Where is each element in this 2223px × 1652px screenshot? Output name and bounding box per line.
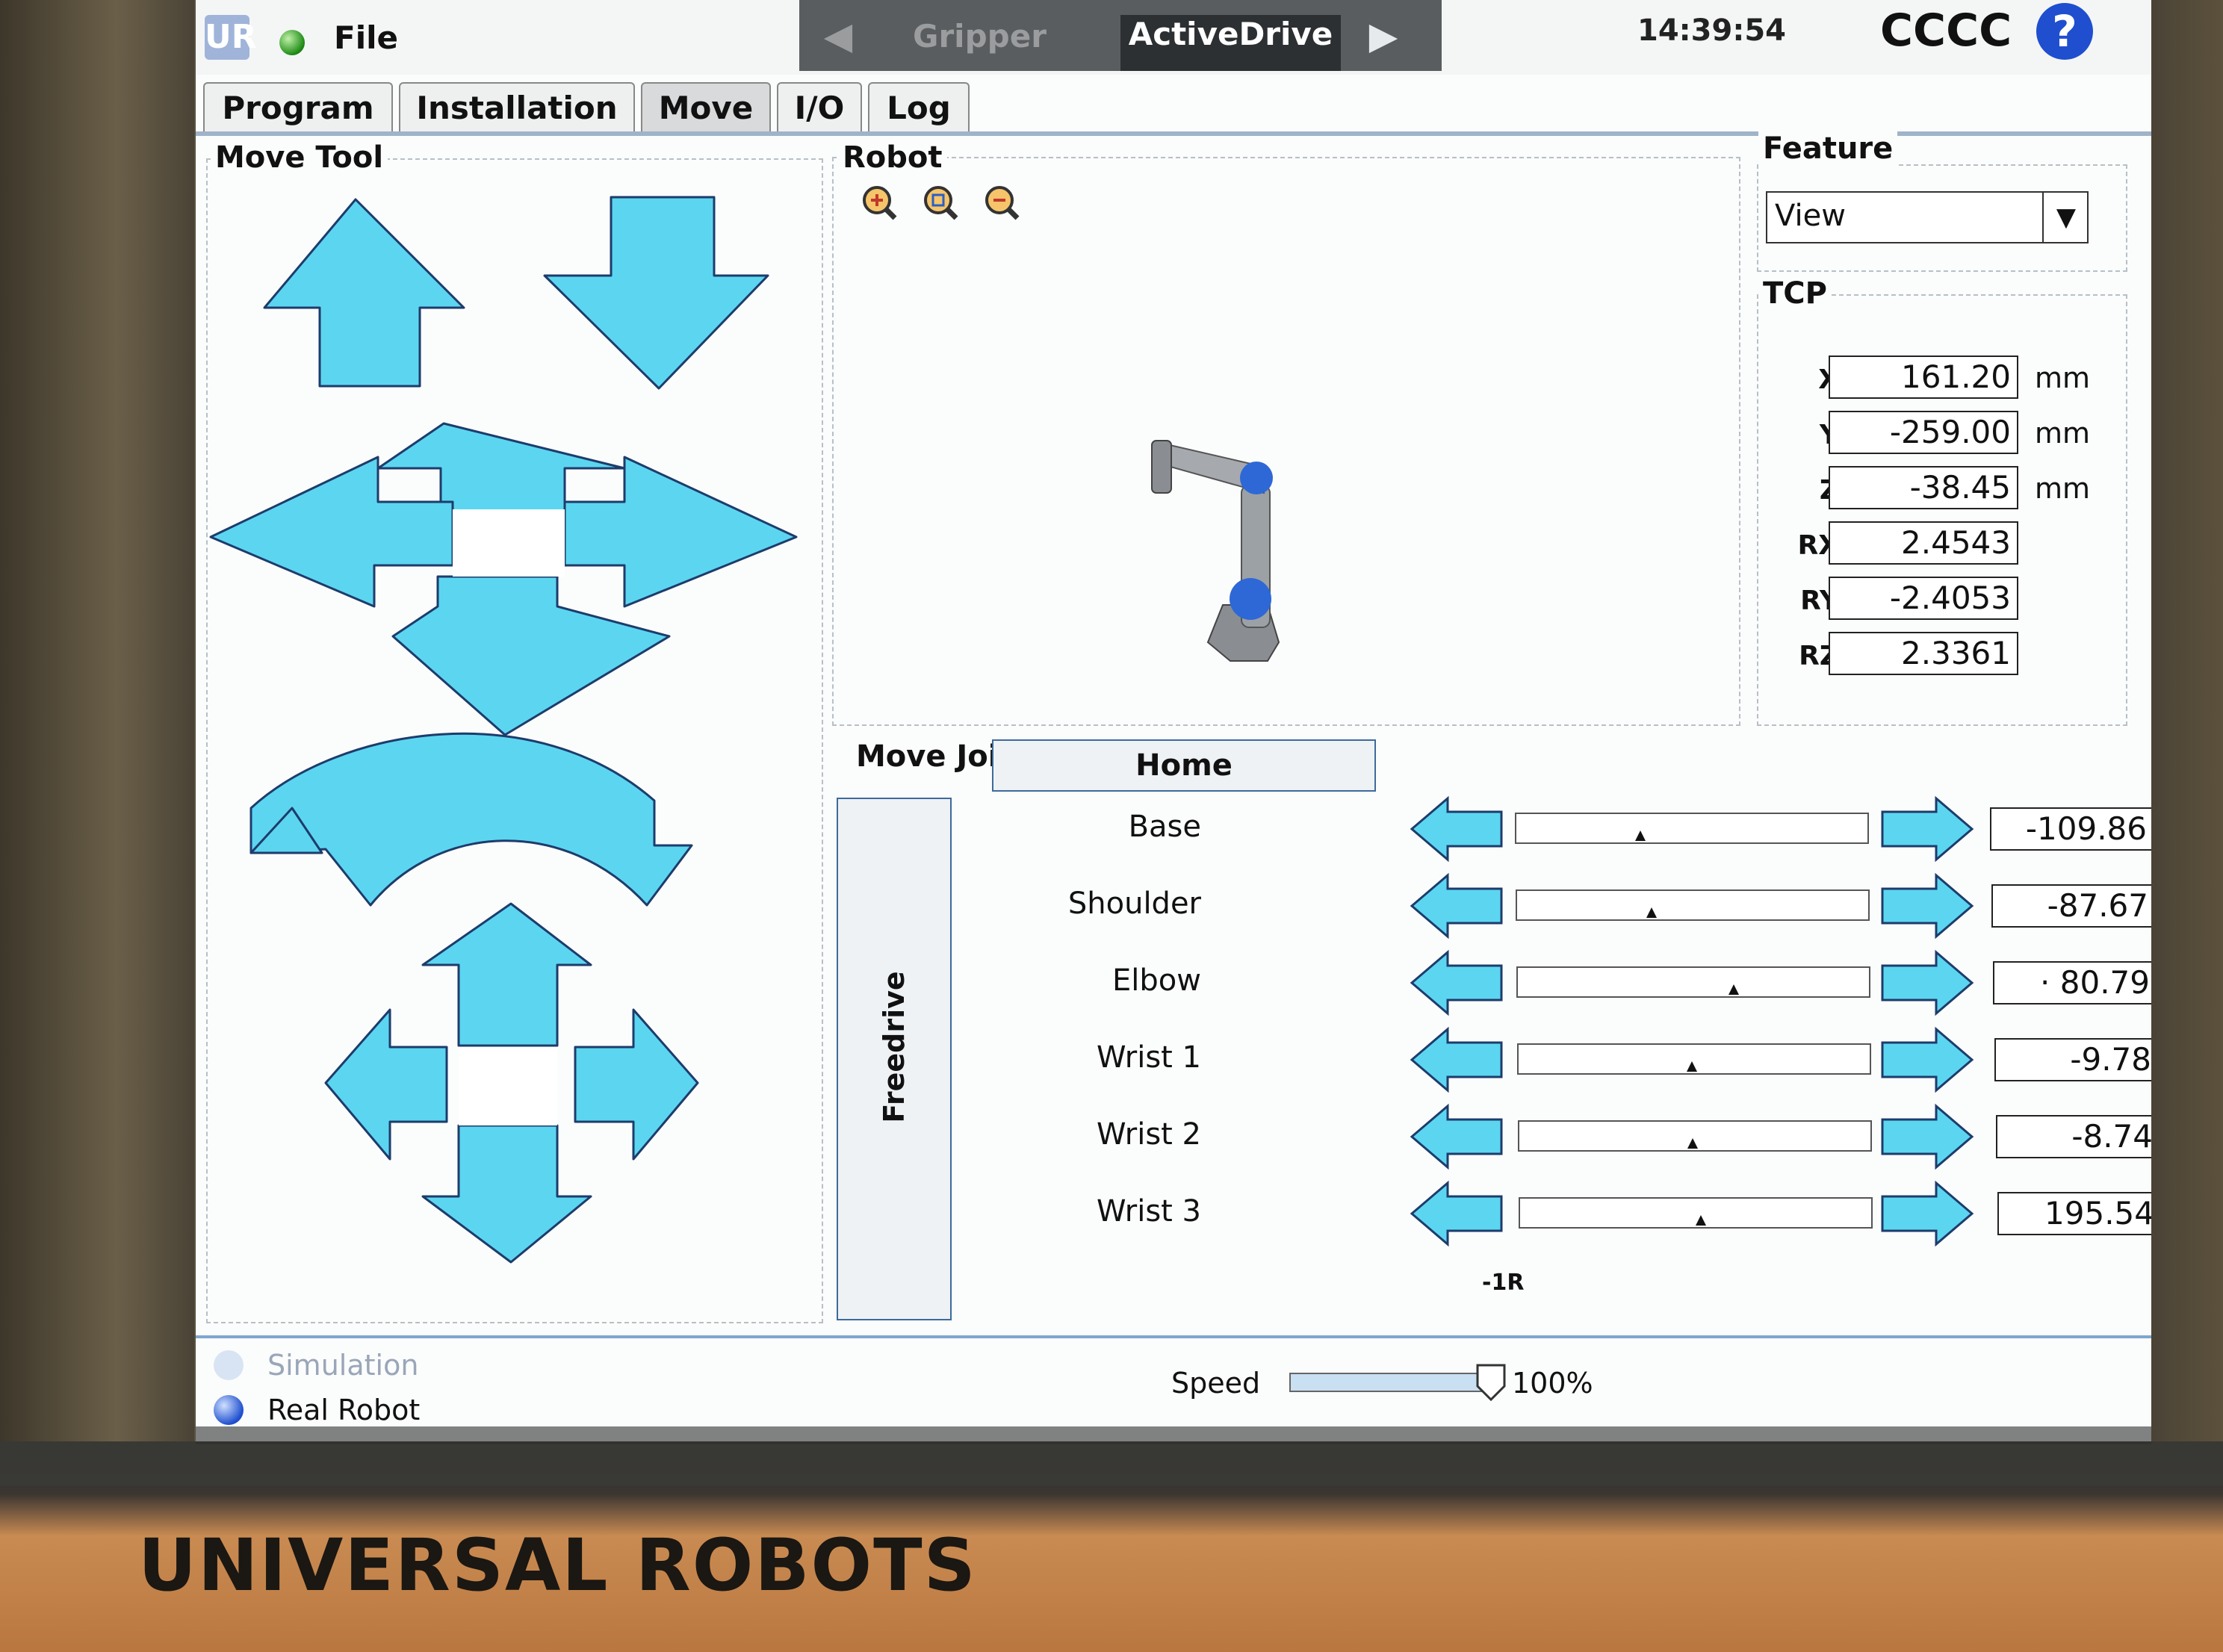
speed-slider-fill <box>1291 1374 1489 1391</box>
joint-wrist-1-position-marker <box>1687 1061 1698 1072</box>
joint-shoulder-track <box>1516 889 1870 921</box>
joint-wrist-2-plus-arrow-icon[interactable] <box>1878 1103 1975 1170</box>
joint-shoulder-value: -87.67 <box>1991 884 2151 928</box>
joint-wrist-1-track <box>1517 1043 1871 1075</box>
simulation-radio-icon[interactable] <box>214 1350 244 1380</box>
joint-shoulder-plus-arrow-icon[interactable] <box>1878 872 1975 940</box>
joint-wrist-1-plus-arrow-icon[interactable] <box>1878 1026 1975 1093</box>
joints-footer-label: -1R <box>1482 1270 1525 1296</box>
screen-edge-shadow <box>196 1426 2151 1444</box>
joint-label-wrist-3: Wrist 3 <box>1097 1194 1201 1229</box>
real-robot-radio-icon[interactable] <box>214 1395 244 1425</box>
joint-label-elbow: Elbow <box>1112 963 1201 998</box>
joint-wrist-2-minus-arrow-icon[interactable] <box>1409 1103 1506 1170</box>
device-brand-label: UNIVERSAL ROBOTS <box>138 1524 977 1607</box>
joint-base-value: -109.86 <box>1990 807 2151 851</box>
joint-wrist-3-value: 195.54 <box>1997 1192 2151 1235</box>
joint-elbow-position-marker <box>1729 984 1740 995</box>
joint-wrist-3-track <box>1519 1197 1873 1229</box>
simulation-label[interactable]: Simulation <box>267 1349 418 1382</box>
joint-wrist-2-track <box>1518 1120 1872 1152</box>
tape-strip <box>0 1441 2223 1486</box>
joint-shoulder-position-marker <box>1646 907 1658 918</box>
joint-wrist-1-minus-arrow-icon[interactable] <box>1409 1026 1506 1093</box>
joint-elbow-minus-arrow-icon[interactable] <box>1409 949 1506 1016</box>
joint-elbow-plus-arrow-icon[interactable] <box>1878 949 1975 1016</box>
joint-label-shoulder: Shoulder <box>1067 886 1201 921</box>
joint-wrist-3-minus-arrow-icon[interactable] <box>1409 1180 1506 1247</box>
joint-wrist-3-plus-arrow-icon[interactable] <box>1878 1180 1975 1247</box>
teach-pendant-screen: UR File ◀ Gripper ActiveDrive ▶ 14:39:54… <box>196 0 2151 1441</box>
joint-elbow-track <box>1516 966 1870 998</box>
joint-base-position-marker <box>1634 830 1646 841</box>
device-bezel-right <box>2151 0 2223 1652</box>
real-robot-label[interactable]: Real Robot <box>267 1394 420 1426</box>
device-bezel-left <box>0 0 194 1652</box>
joint-label-wrist-1: Wrist 1 <box>1097 1040 1201 1075</box>
speed-value: 100% <box>1512 1367 1593 1400</box>
joint-base-track <box>1515 813 1869 844</box>
joint-shoulder-minus-arrow-icon[interactable] <box>1409 872 1506 940</box>
joint-wrist-1-value: -9.78 <box>1994 1038 2151 1081</box>
joint-base-plus-arrow-icon[interactable] <box>1878 795 1975 863</box>
joint-wrist-3-position-marker <box>1695 1215 1706 1226</box>
joint-wrist-2-value: -8.74 <box>1996 1115 2151 1158</box>
footer-divider <box>196 1335 2151 1338</box>
speed-slider[interactable] <box>1289 1373 1491 1392</box>
joint-wrist-2-position-marker <box>1687 1138 1699 1149</box>
joint-base-minus-arrow-icon[interactable] <box>1409 795 1506 863</box>
joint-rows: Base-109.86°Shoulder-87.67°Elbow· 80.79°… <box>196 0 2151 1419</box>
joint-label-wrist-2: Wrist 2 <box>1097 1117 1201 1152</box>
joint-elbow-value: · 80.79 <box>1993 961 2151 1004</box>
speed-label: Speed <box>1171 1367 1261 1400</box>
speed-slider-thumb[interactable] <box>1476 1364 1506 1402</box>
joint-label-base: Base <box>1128 810 1201 844</box>
